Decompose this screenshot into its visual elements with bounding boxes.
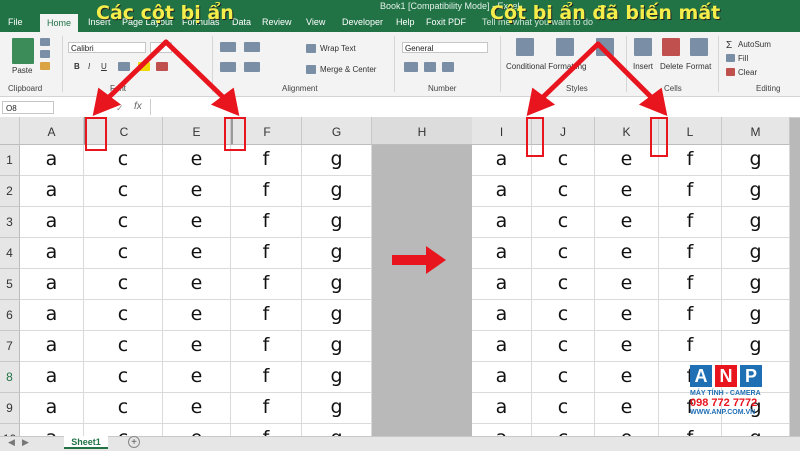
logo-phone: 098 772 7772 [690, 397, 758, 409]
arrow-left-2 [163, 39, 229, 103]
anp-logo-letters: A N P [690, 365, 790, 387]
transition-arrow [392, 246, 446, 274]
logo-letter-p: P [740, 365, 762, 387]
anp-watermark-logo: A N P MÁY TÍNH - CAMERA 098 772 7772 WWW… [690, 365, 790, 435]
annotation-arrows [92, 39, 668, 274]
arrow-right-1 [537, 41, 601, 103]
arrow-left-1 [103, 39, 169, 103]
logo-website: WWW.ANP.COM.VN [690, 409, 756, 416]
logo-tagline: MÁY TÍNH - CAMERA [690, 390, 761, 397]
logo-letter-n: N [715, 365, 737, 387]
logo-letter-a: A [690, 365, 712, 387]
arrow-right-2 [595, 41, 657, 103]
